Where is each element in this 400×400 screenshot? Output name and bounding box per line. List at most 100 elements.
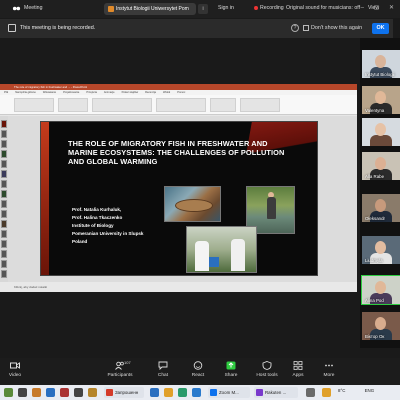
app-icon[interactable] bbox=[32, 388, 41, 397]
weather-icon[interactable] bbox=[322, 388, 331, 397]
task-view-icon[interactable] bbox=[18, 388, 27, 397]
apps-grid-icon bbox=[293, 361, 303, 370]
fish-photo bbox=[164, 186, 221, 222]
participant-tile[interactable]: Instytut Biologii bbox=[362, 50, 400, 78]
participant-name: Alla Rabe bbox=[365, 174, 385, 179]
slide-accent-edge bbox=[41, 122, 49, 275]
apps-button[interactable]: Apps bbox=[283, 361, 313, 385]
ppt-tab[interactable]: Plik bbox=[4, 91, 8, 94]
original-sound-toggle[interactable]: Original sound for musicians: off bbox=[286, 5, 360, 11]
meeting-toolbar: Video 107 Participants Chat React Share … bbox=[0, 358, 400, 385]
participant-tile[interactable] bbox=[362, 118, 400, 146]
app-icon[interactable] bbox=[60, 388, 69, 397]
app-title: Meeting bbox=[24, 5, 43, 11]
participant-count: 107 bbox=[124, 360, 131, 365]
ppt-ribbon bbox=[0, 95, 357, 115]
recording-dot-icon bbox=[254, 6, 258, 10]
slide-author-line: Pomeranian University in Slupsk bbox=[72, 231, 144, 236]
rakuten-app-icon bbox=[256, 389, 263, 396]
participants-button[interactable]: 107 Participants bbox=[105, 360, 135, 385]
recording-banner: This meeting is being recorded. ? Don't … bbox=[0, 19, 393, 38]
participant-tile[interactable]: Alla Rabe bbox=[362, 152, 400, 180]
react-button[interactable]: React bbox=[183, 361, 213, 385]
chat-icon bbox=[158, 361, 168, 370]
app-icon[interactable] bbox=[192, 388, 201, 397]
smiley-icon bbox=[193, 361, 203, 370]
help-icon[interactable]: ? bbox=[291, 24, 299, 32]
presentation-slide: THE ROLE OF MIGRATORY FISH IN FRESHWATER… bbox=[40, 121, 318, 276]
widgets-icon[interactable] bbox=[4, 388, 13, 397]
ppt-tab[interactable]: Narzędzia główne bbox=[15, 91, 36, 94]
temperature: 8°C bbox=[338, 388, 346, 393]
slide-title: THE ROLE OF MIGRATORY FISH IN FRESHWATER… bbox=[68, 139, 285, 166]
taskbar-window[interactable]: Rakuten ... bbox=[254, 387, 298, 398]
participant-name: Віктор Ок bbox=[365, 334, 385, 339]
react-label: React bbox=[191, 373, 205, 378]
meeting-tab-icon bbox=[108, 6, 114, 12]
ppt-tab[interactable]: Pokaz slajdów bbox=[122, 91, 139, 94]
system-tray[interactable]: 8°C ENG bbox=[338, 388, 374, 393]
more-label: More bbox=[323, 373, 335, 378]
participant-name: Oleksandr bbox=[365, 216, 386, 221]
app-icon[interactable] bbox=[46, 388, 55, 397]
app-icon[interactable] bbox=[306, 388, 315, 397]
ok-button[interactable]: OK bbox=[372, 23, 389, 34]
dont-show-checkbox[interactable] bbox=[303, 25, 309, 31]
video-button[interactable]: Video bbox=[0, 361, 30, 385]
participant-tile[interactable]: Oleksandr bbox=[362, 194, 400, 222]
banner-message: This meeting is being recorded. bbox=[20, 25, 96, 31]
participant-name: Liudmyla bbox=[365, 258, 383, 263]
sign-in-link[interactable]: Sign in bbox=[218, 5, 234, 11]
files-icon[interactable] bbox=[164, 388, 173, 397]
recording-status[interactable]: Recording bbox=[260, 5, 284, 11]
dont-show-label[interactable]: Don't show this again bbox=[311, 25, 362, 31]
meeting-tab-label: Instytut Biologii Uniwersytet Pom bbox=[116, 6, 189, 12]
taskbar-window[interactable]: Zoom M... bbox=[208, 387, 250, 398]
ppt-slide-thumbnails[interactable] bbox=[0, 116, 8, 282]
participants-label: Participants bbox=[107, 373, 133, 378]
edge-icon[interactable] bbox=[150, 388, 159, 397]
taskbar-window[interactable]: Запрошенн bbox=[104, 387, 144, 398]
host-tools-label: Host tools bbox=[256, 373, 278, 378]
slide-author-line: Poland bbox=[72, 239, 88, 244]
ppt-tab[interactable]: Projektowanie bbox=[63, 91, 79, 94]
ppt-tab[interactable]: Wstawianie bbox=[43, 91, 56, 94]
ppt-tab[interactable]: Recenzja bbox=[145, 91, 156, 94]
ppt-notes-bar[interactable]: Kliknij, aby dodać notatki bbox=[0, 282, 357, 292]
app-icon[interactable] bbox=[74, 388, 83, 397]
slide-author-line: Prof. Natalia Kurhaluk, bbox=[72, 207, 122, 212]
slide-author-line: Prof. Halina Tkaczenko bbox=[72, 215, 123, 220]
participant-name: Alina Pod bbox=[365, 298, 384, 303]
share-button[interactable]: Share bbox=[216, 361, 246, 385]
ppt-tab[interactable]: Przejścia bbox=[86, 91, 97, 94]
recording-notice-icon bbox=[8, 24, 16, 32]
slide-author-line: Institute of Biology bbox=[72, 223, 114, 228]
ppt-tab[interactable]: Widok bbox=[163, 91, 170, 94]
chrome-icon[interactable] bbox=[178, 388, 187, 397]
participant-tile[interactable]: Valentyna bbox=[362, 86, 400, 114]
participant-name: Valentyna bbox=[365, 108, 385, 113]
participant-tile[interactable]: Alina Pod bbox=[361, 275, 400, 305]
participant-tile[interactable]: Віктор Ок bbox=[362, 312, 400, 340]
participant-name: Instytut Biologii bbox=[365, 72, 395, 77]
info-icon[interactable]: i bbox=[198, 4, 208, 14]
more-dots-icon bbox=[325, 364, 333, 367]
chat-label: Chat bbox=[157, 373, 169, 378]
ppt-tab[interactable]: Pomoc bbox=[177, 91, 185, 94]
ppt-tab[interactable]: Animacje bbox=[104, 91, 115, 94]
participant-tile[interactable]: Liudmyla bbox=[362, 236, 400, 264]
shield-icon bbox=[262, 361, 272, 370]
window-controls[interactable]: – ▢ ✕ bbox=[361, 4, 398, 11]
taskbar-window-label: Rakuten ... bbox=[265, 390, 287, 395]
zoom-logo-icon bbox=[12, 6, 21, 11]
taskbar-window-label: Zoom M... bbox=[219, 390, 239, 395]
title-bar: Meeting Instytut Biologii Uniwersytet Po… bbox=[0, 0, 400, 18]
app-icon[interactable] bbox=[88, 388, 97, 397]
meeting-tab[interactable]: Instytut Biologii Uniwersytet Pom bbox=[104, 3, 196, 15]
more-button[interactable]: More bbox=[314, 361, 344, 385]
participant-gallery[interactable]: Instytut Biologii Valentyna Alla Rabe Ol… bbox=[360, 38, 400, 348]
host-tools-button[interactable]: Host tools bbox=[252, 361, 282, 385]
share-label: Share bbox=[224, 373, 238, 378]
chat-button[interactable]: Chat bbox=[148, 361, 178, 385]
language-indicator[interactable]: ENG bbox=[365, 388, 375, 393]
